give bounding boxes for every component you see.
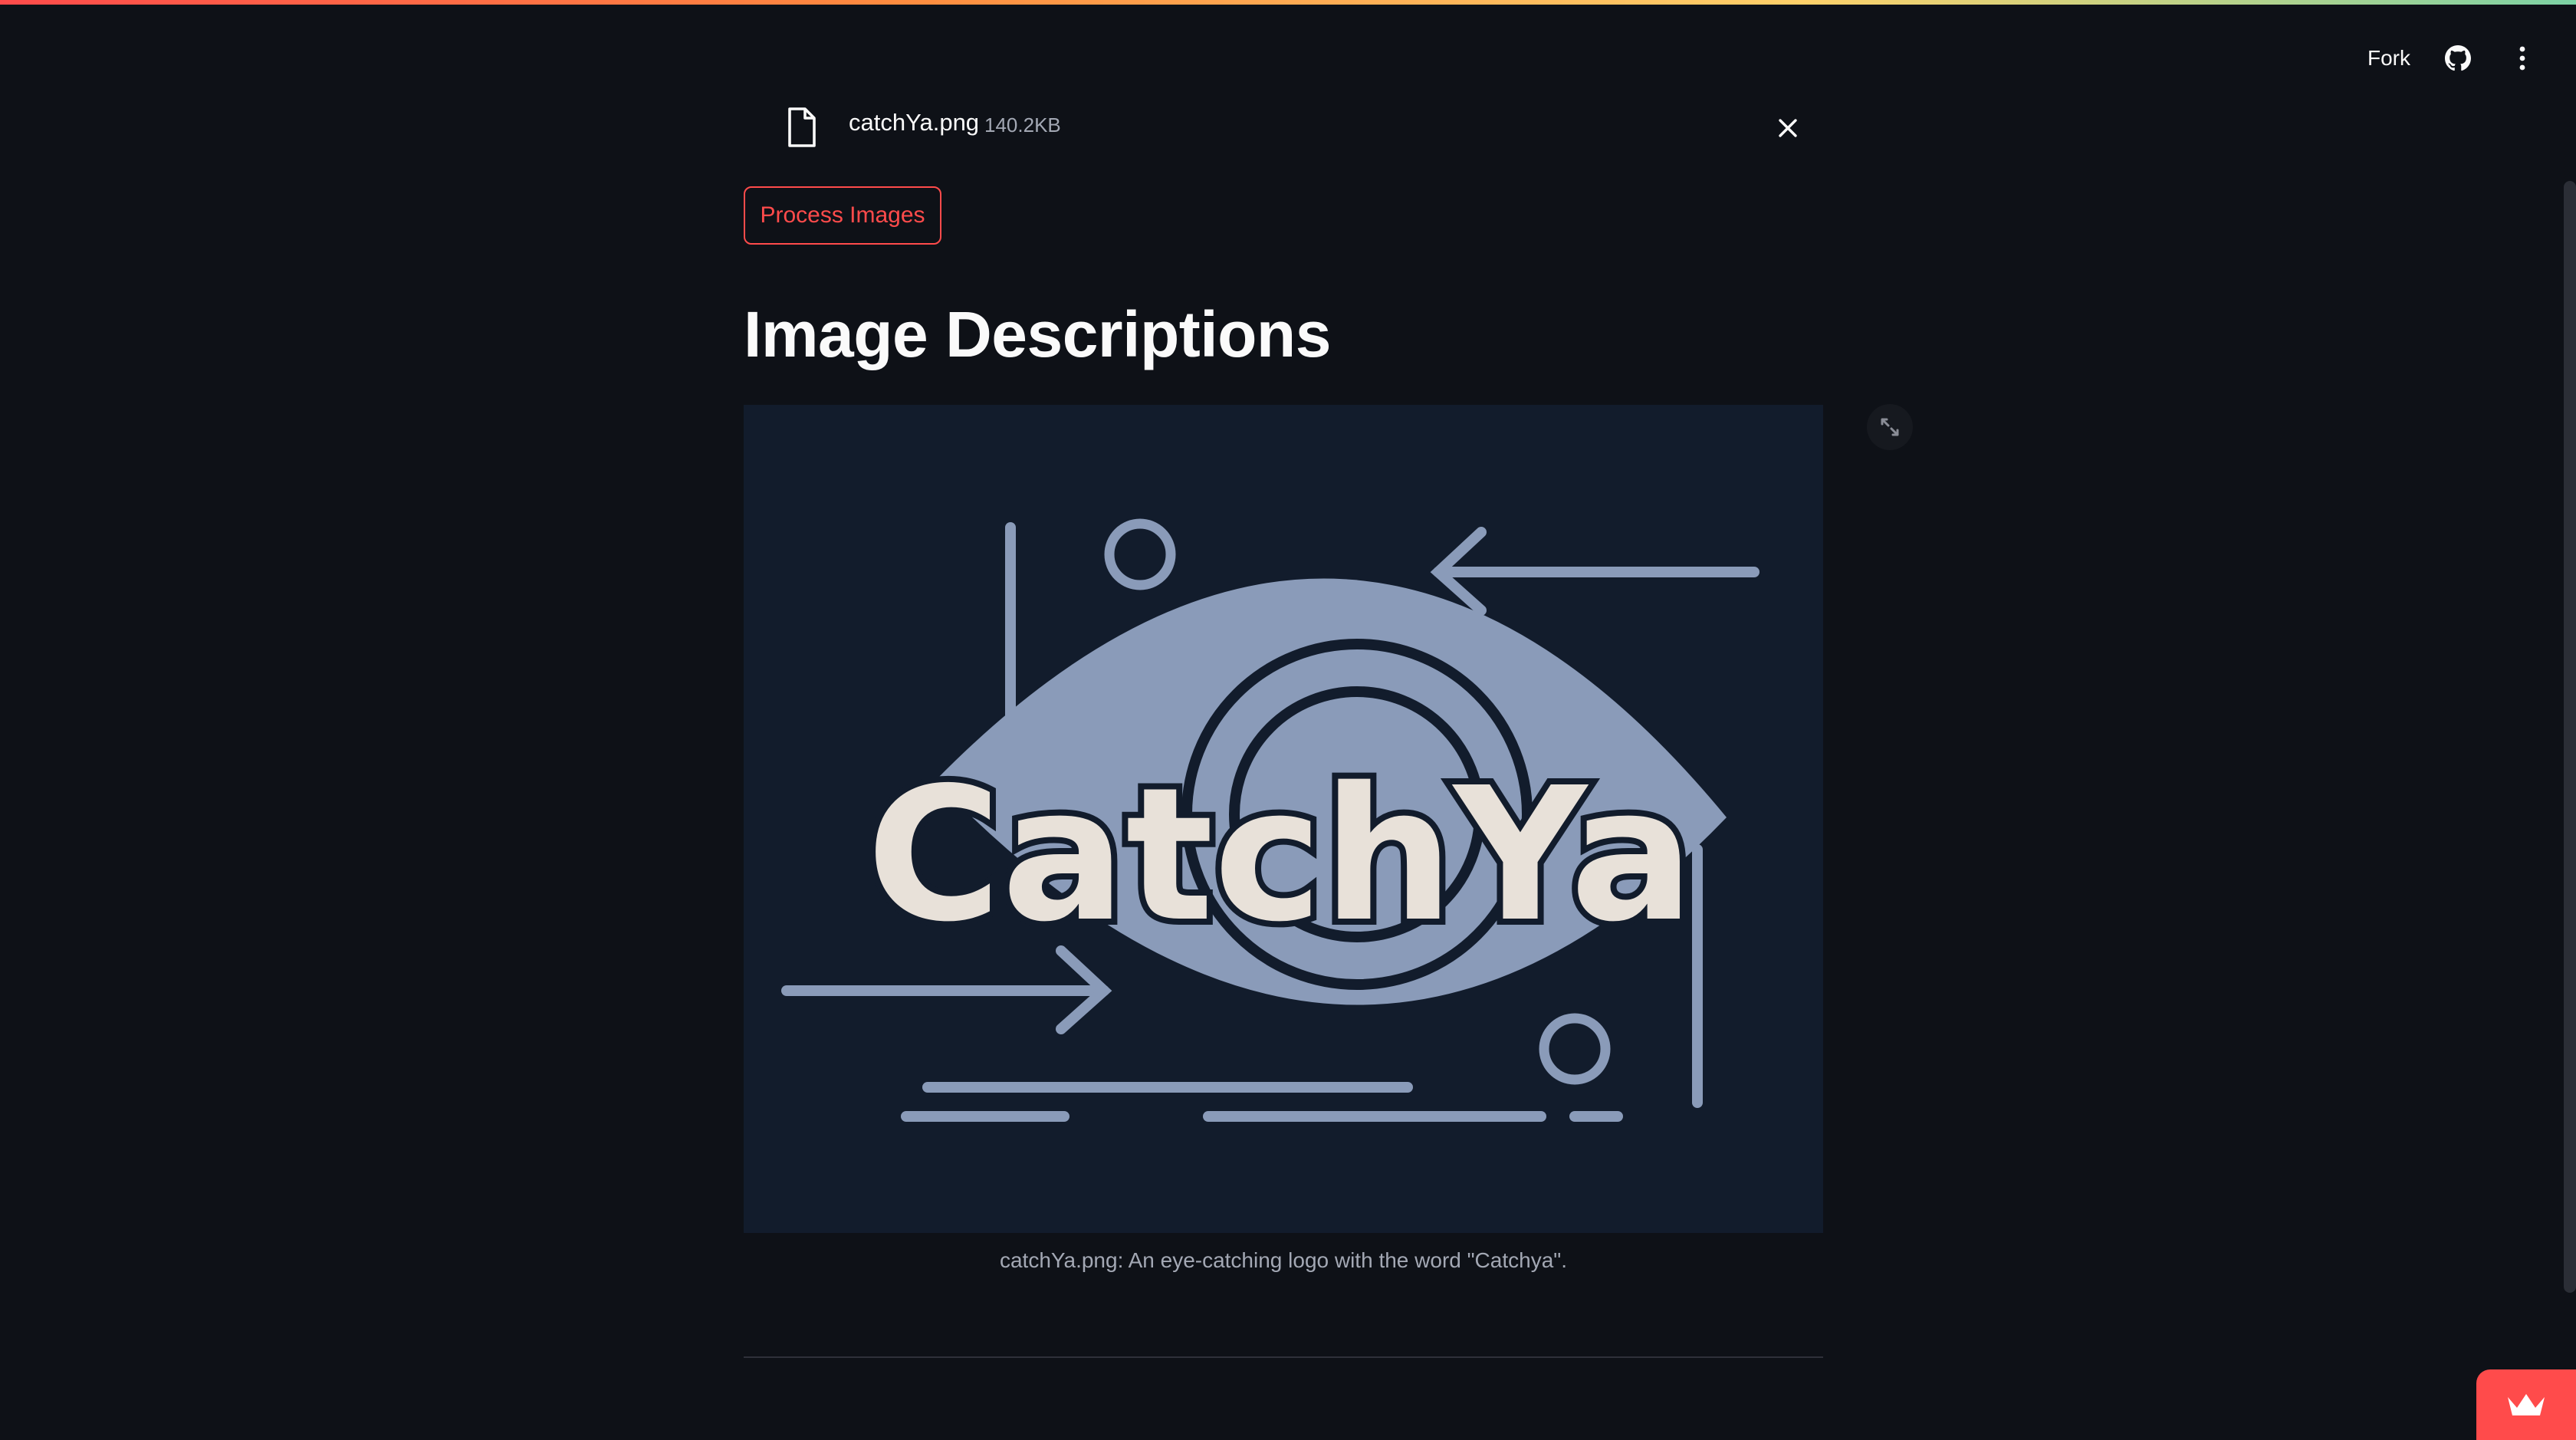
process-images-button[interactable]: Process Images [744, 186, 941, 245]
logo-text: CatchYa [866, 748, 1694, 962]
header-toolbar: Fork [2367, 38, 2539, 78]
page-title: Image Descriptions [744, 298, 1331, 370]
streamlit-badge[interactable] [2476, 1369, 2576, 1440]
fork-button[interactable]: Fork [2367, 46, 2410, 71]
crown-icon [2508, 1394, 2545, 1415]
section-divider [744, 1356, 1823, 1358]
file-name: catchYa.png [849, 109, 980, 136]
close-icon [1779, 119, 1797, 137]
fullscreen-button[interactable] [1867, 404, 1913, 450]
github-icon[interactable] [2441, 41, 2475, 75]
file-icon [777, 104, 823, 150]
uploaded-image: CatchYa [744, 405, 1823, 1233]
uploaded-file-row: catchYa.png 140.2KB [744, 98, 1825, 156]
fullscreen-icon [1881, 418, 1899, 436]
page-scrollbar[interactable] [2564, 181, 2576, 1293]
top-decoration-bar [0, 0, 2576, 5]
vertical-dots-icon[interactable] [2505, 41, 2539, 75]
file-size: 140.2KB [984, 113, 1061, 136]
image-caption: catchYa.png: An eye-catching logo with t… [999, 1248, 1567, 1272]
remove-file-button[interactable] [1767, 107, 1809, 149]
